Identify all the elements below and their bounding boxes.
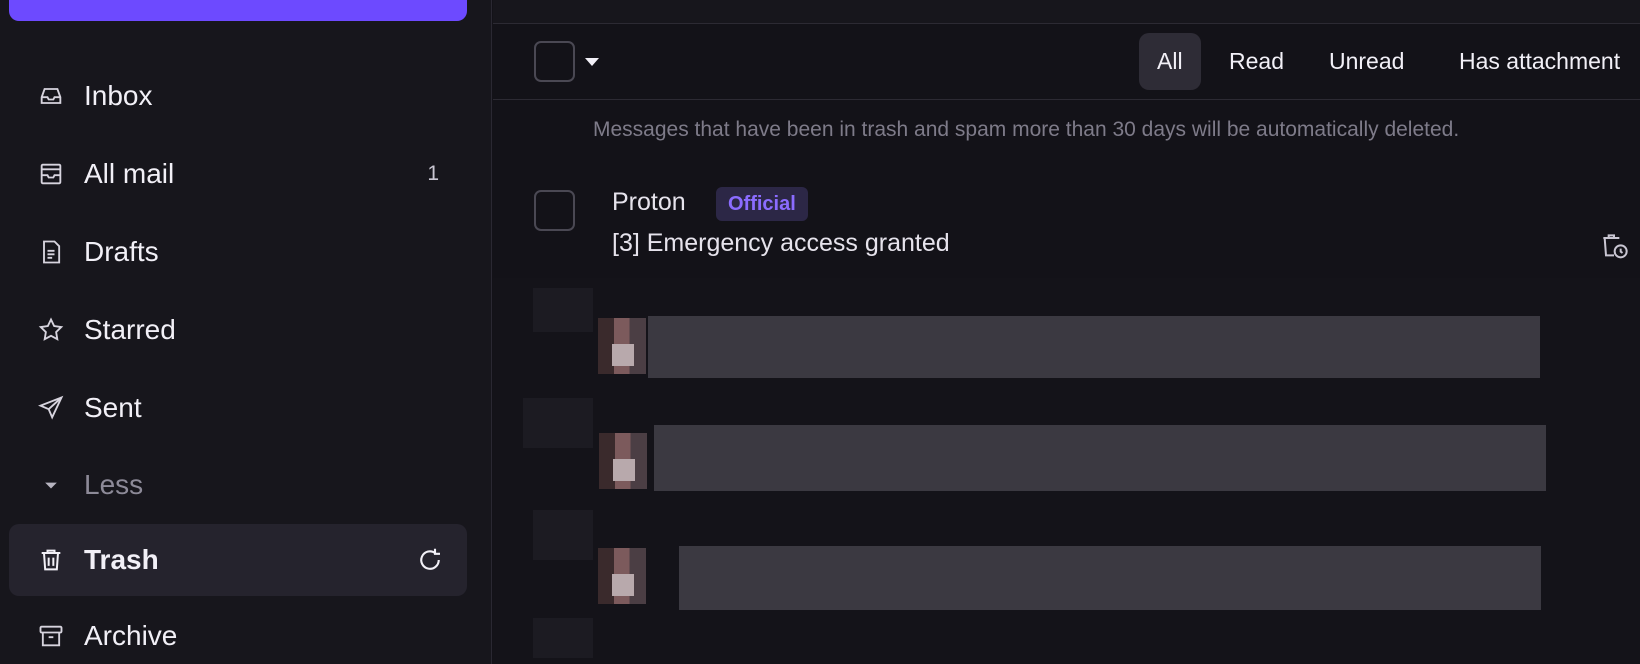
star-icon [36, 315, 66, 345]
sidebar-item-label: Less [84, 469, 144, 500]
sidebar-item-sent[interactable]: Sent [9, 372, 467, 444]
filter-unread[interactable]: Unread [1311, 33, 1422, 90]
sidebar-item-label: All mail [84, 158, 175, 189]
sidebar-item-trash[interactable]: Trash [9, 524, 467, 596]
pixel-block [533, 288, 593, 332]
redacted-avatar [598, 548, 646, 604]
sidebar-item-drafts[interactable]: Drafts [9, 216, 467, 288]
pixel-block [533, 618, 593, 658]
sidebar-toggle-less[interactable]: Less [9, 449, 467, 521]
trash-timer-icon [1598, 230, 1630, 262]
drafts-icon [36, 237, 66, 267]
top-bar [493, 0, 1640, 24]
refresh-icon[interactable] [415, 545, 445, 575]
new-message-button[interactable] [9, 0, 467, 21]
trash-retention-notice: Messages that have been in trash and spa… [593, 118, 1460, 141]
all-mail-icon [36, 159, 66, 189]
redacted-avatar [599, 433, 647, 489]
message-row[interactable]: Proton Official [3] Emergency access gra… [493, 176, 1640, 278]
message-checkbox[interactable] [534, 190, 575, 231]
sidebar-item-label: Starred [84, 314, 176, 345]
sidebar-item-archive[interactable]: Archive [9, 600, 467, 664]
filter-read[interactable]: Read [1211, 33, 1302, 90]
list-toolbar: All Read Unread Has attachment [493, 24, 1640, 100]
unread-count: 1 [427, 162, 439, 185]
redacted-avatar [598, 318, 646, 374]
sidebar-item-all-mail[interactable]: All mail 1 [9, 138, 467, 210]
filter-all[interactable]: All [1139, 33, 1201, 90]
sidebar: Inbox All mail 1 Drafts Starred Sent Les… [0, 0, 492, 664]
sidebar-item-inbox[interactable]: Inbox [9, 60, 467, 132]
message-list-panel: All Read Unread Has attachment Messages … [493, 0, 1640, 664]
sidebar-item-label: Trash [84, 544, 159, 575]
sidebar-item-label: Inbox [84, 80, 153, 111]
message-sender: Proton [612, 188, 686, 216]
sent-icon [36, 393, 66, 423]
mail-app: Inbox All mail 1 Drafts Starred Sent Les… [0, 0, 1640, 664]
select-all-checkbox[interactable] [534, 41, 575, 82]
filter-has-attachment[interactable]: Has attachment [1441, 33, 1638, 90]
redacted-message-list [493, 278, 1640, 664]
inbox-icon [36, 81, 66, 111]
select-options-caret-icon[interactable] [585, 58, 599, 66]
redacted-message-preview [654, 425, 1546, 491]
trash-icon [36, 545, 66, 575]
redacted-message-preview [648, 316, 1540, 378]
pixel-block [533, 510, 593, 560]
caret-down-icon [36, 470, 66, 500]
message-subject: [3] Emergency access granted [612, 229, 950, 257]
archive-icon [36, 621, 66, 651]
sidebar-item-label: Archive [84, 620, 178, 651]
sidebar-item-label: Drafts [84, 236, 159, 267]
pixel-block [523, 398, 593, 448]
sidebar-item-starred[interactable]: Starred [9, 294, 467, 366]
sidebar-item-label: Sent [84, 392, 142, 423]
official-badge: Official [716, 187, 808, 221]
redacted-message-preview [679, 546, 1541, 610]
